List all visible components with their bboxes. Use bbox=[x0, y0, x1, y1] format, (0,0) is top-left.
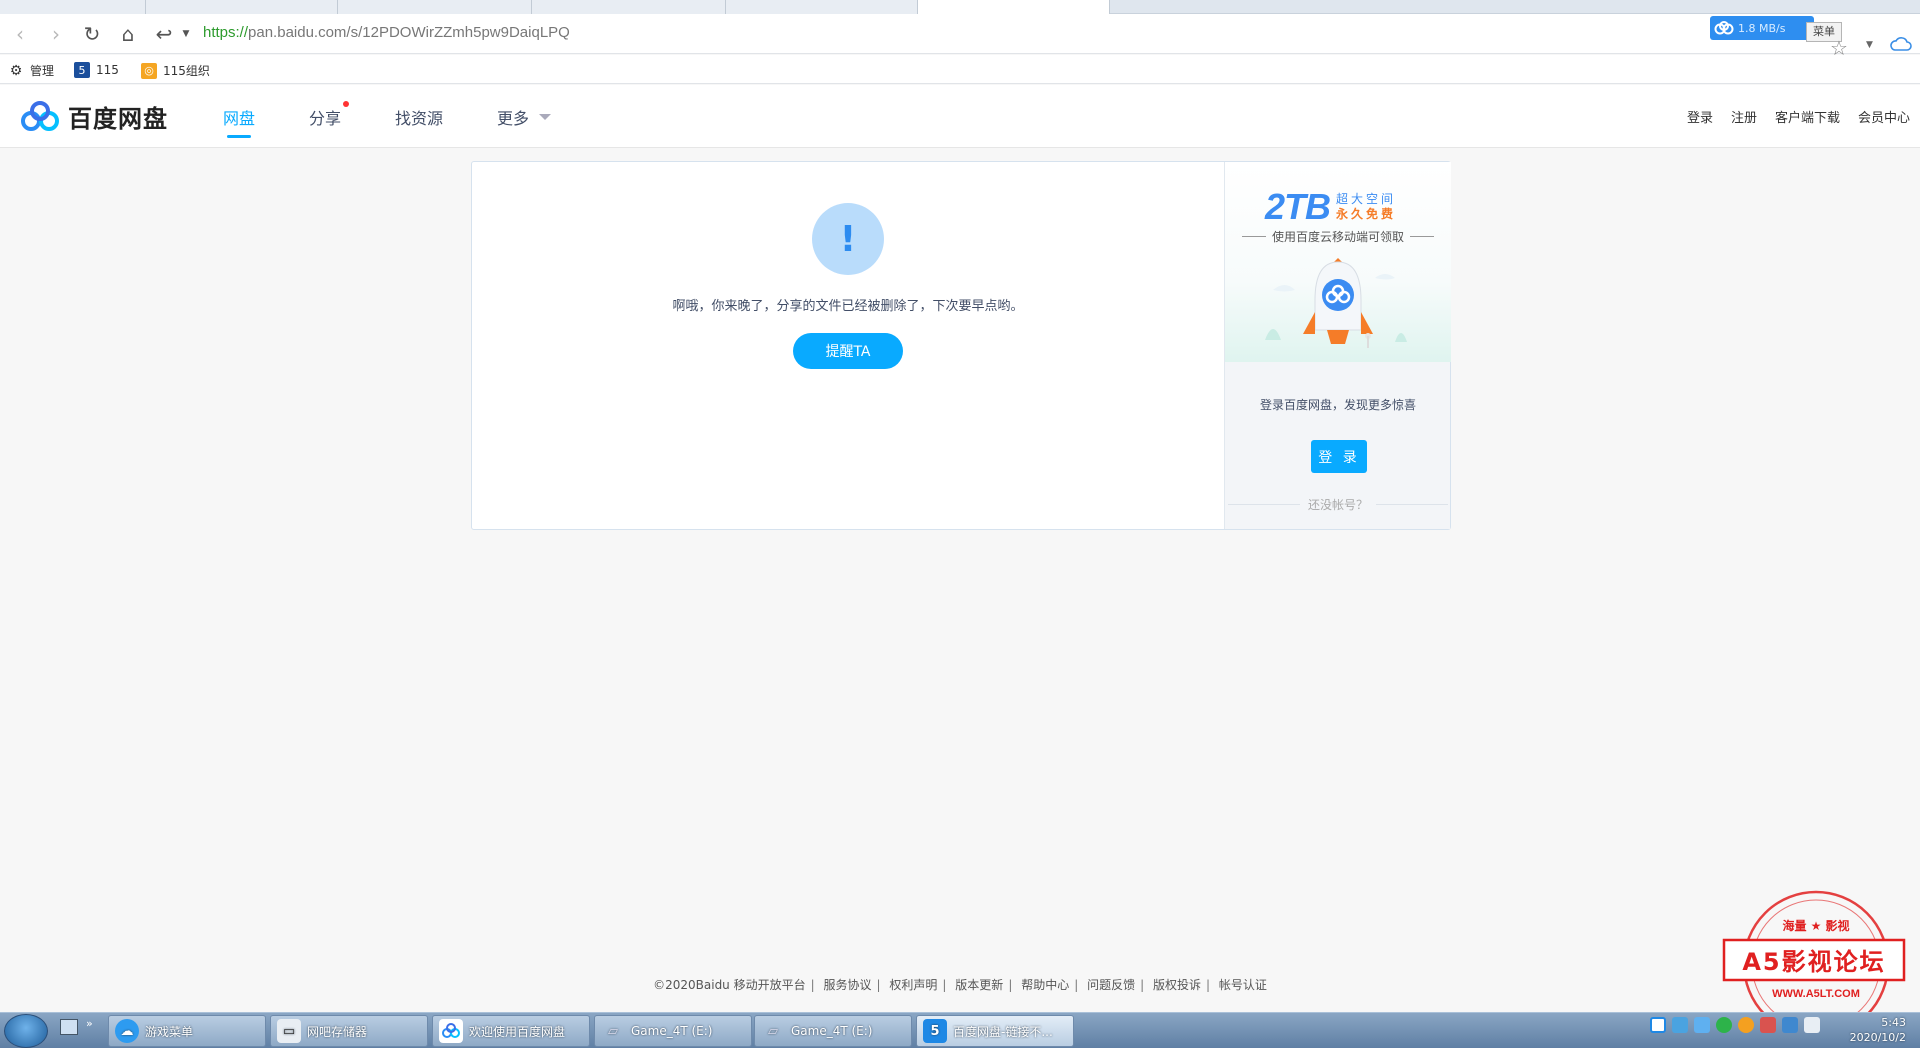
error-message: 啊哦，你来晚了，分享的文件已经被删除了，下次要早点哟。 bbox=[672, 299, 1024, 314]
footer: ©2020Baidu 移动开放平台 | 服务协议 | 权利声明 | 版本更新 | 帮助中… bbox=[653, 978, 1267, 992]
start-button[interactable] bbox=[4, 1014, 48, 1048]
register-link[interactable]: 注册 bbox=[1731, 107, 1757, 126]
footer-link[interactable]: 权利声明 bbox=[889, 978, 937, 992]
gear-icon: ⚙ bbox=[9, 62, 23, 79]
monitor-icon[interactable] bbox=[1782, 1017, 1798, 1033]
warning-icon: ! bbox=[812, 203, 884, 275]
home-icon[interactable]: ⌂ bbox=[116, 22, 140, 46]
promo-subtitle: 使用百度云移动端可领取 bbox=[1225, 228, 1451, 245]
volume-icon[interactable] bbox=[1804, 1017, 1820, 1033]
browser-tabstrip bbox=[0, 0, 1920, 14]
footer-link[interactable]: 帮助中心 bbox=[1021, 978, 1069, 992]
115-icon: 5 bbox=[74, 62, 90, 78]
qq-icon[interactable] bbox=[1650, 1017, 1666, 1033]
promo-title: 2TB 超大空间 永久免费 bbox=[1265, 186, 1397, 227]
footer-link[interactable]: 版权投诉 bbox=[1153, 978, 1201, 992]
download-extension-button[interactable]: 1.8 MB/s bbox=[1710, 16, 1814, 40]
taskbar-item-baidu-netdisk[interactable]: 欢迎使用百度网盘 bbox=[432, 1015, 590, 1047]
browser-tab-active[interactable] bbox=[918, 0, 1110, 14]
remind-button[interactable]: 提醒TA bbox=[793, 333, 903, 369]
update-icon[interactable] bbox=[1738, 1017, 1754, 1033]
drive-icon: ▱ bbox=[768, 1023, 778, 1039]
computer-icon: ▭ bbox=[277, 1019, 301, 1043]
cloud-icon: ☁ bbox=[115, 1019, 139, 1043]
header-right-links: 登录 注册 客户端下载 会员中心 bbox=[1687, 85, 1910, 148]
promo-banner[interactable]: 2TB 超大空间 永久免费 使用百度云移动端可领取 bbox=[1225, 162, 1451, 362]
member-center-link[interactable]: 会员中心 bbox=[1858, 107, 1910, 126]
logo-text: 百度网盘 bbox=[68, 105, 168, 133]
login-link[interactable]: 登录 bbox=[1687, 107, 1713, 126]
baidu-netdisk-icon bbox=[439, 1019, 463, 1043]
footer-link[interactable]: 移动开放平台 bbox=[734, 978, 806, 992]
no-account-link[interactable]: 还没帐号？ bbox=[1225, 496, 1451, 513]
menu-dropdown-icon[interactable]: ▼ bbox=[1866, 40, 1873, 50]
login-button[interactable]: 登 录 bbox=[1311, 440, 1367, 473]
clock-date: 2020/10/2 bbox=[1849, 1031, 1906, 1044]
drive-icon: ▱ bbox=[608, 1023, 618, 1039]
login-sidebar: 2TB 超大空间 永久免费 使用百度云移动端可领取 登录百度网盘，发现更多惊喜 … bbox=[1224, 162, 1451, 529]
client-download-link[interactable]: 客户端下载 bbox=[1775, 107, 1840, 126]
bookmark-115-org[interactable]: ◎ 115组织 bbox=[141, 62, 210, 79]
undo-dropdown-icon[interactable]: ▼ bbox=[174, 22, 198, 46]
reload-icon[interactable]: ↻ bbox=[80, 22, 104, 46]
chevron-right-icon[interactable]: » bbox=[86, 1017, 93, 1030]
stamp-url-text: WWW.A5LT.COM bbox=[1772, 988, 1860, 1000]
browser-5-icon: 5 bbox=[923, 1019, 947, 1043]
bookmark-manage[interactable]: ⚙ 管理 bbox=[8, 62, 54, 79]
address-bar: ‹ › ↻ ⌂ ↩ ▼ https://pan.baidu.com/s/12PD… bbox=[0, 14, 1920, 60]
footer-link[interactable]: 帐号认证 bbox=[1219, 978, 1267, 992]
baidu-netdisk-logo-icon bbox=[21, 100, 59, 131]
windows-taskbar: » ☁ 游戏菜单 ▭ 网吧存储器 欢迎使用百度网盘 ▱ Game_4T (E:)… bbox=[0, 1012, 1920, 1048]
nav-netdisk[interactable]: 网盘 bbox=[223, 85, 255, 148]
taskbar-item-drive-e-2[interactable]: ▱ Game_4T (E:) bbox=[754, 1015, 912, 1047]
baidu-cloud-icon bbox=[1714, 21, 1734, 35]
footer-link[interactable]: 问题反馈 bbox=[1087, 978, 1135, 992]
notification-dot bbox=[343, 101, 350, 107]
taskbar-item-game-menu[interactable]: ☁ 游戏菜单 bbox=[108, 1015, 266, 1047]
footer-copyright: ©2020Baidu bbox=[653, 978, 730, 992]
cloud-sync-icon[interactable] bbox=[1890, 36, 1912, 52]
undo-close-icon[interactable]: ↩ bbox=[152, 22, 176, 46]
download-speed: 1.8 MB/s bbox=[1738, 21, 1786, 35]
error-panel: ! 啊哦，你来晚了，分享的文件已经被删除了，下次要早点哟。 提醒TA bbox=[472, 162, 1224, 529]
baidu-cloud-tray-icon[interactable] bbox=[1694, 1017, 1710, 1033]
security-icon[interactable] bbox=[1716, 1017, 1732, 1033]
baidu-netdisk-logo[interactable]: 百度网盘 bbox=[20, 99, 168, 134]
main-nav: 网盘 分享 找资源 更多 bbox=[223, 85, 605, 148]
taskbar-item-drive-e-1[interactable]: ▱ Game_4T (E:) bbox=[594, 1015, 752, 1047]
115-org-icon: ◎ bbox=[141, 62, 157, 79]
rocket-illustration bbox=[1265, 258, 1407, 348]
clock-time: 5:43 bbox=[1881, 1016, 1906, 1029]
stamp-top-text: 海量 ★ 影视 bbox=[1782, 918, 1849, 933]
bookmark-115[interactable]: 5 115 bbox=[74, 62, 119, 78]
system-clock[interactable]: 5:43 2020/10/2 bbox=[1850, 1015, 1906, 1045]
taskbar-item-browser[interactable]: 5 百度网盘-链接不... bbox=[916, 1015, 1074, 1047]
nav-more[interactable]: 更多 bbox=[497, 85, 552, 148]
forward-icon[interactable]: › bbox=[44, 22, 68, 46]
site-header: 百度网盘 网盘 分享 找资源 更多 登录 注册 客户端下载 会员中心 bbox=[0, 85, 1920, 148]
url-field[interactable]: https://pan.baidu.com/s/12PDOWirZZmh5pw9… bbox=[203, 24, 570, 41]
app-tray-icon[interactable] bbox=[1760, 1017, 1776, 1033]
taskbar-item-storage[interactable]: ▭ 网吧存储器 bbox=[270, 1015, 428, 1047]
nav-find-resources[interactable]: 找资源 bbox=[395, 85, 443, 148]
bookmarks-bar: ⚙ 管理 5 115 ◎ 115组织 bbox=[0, 55, 1920, 84]
browser-tab[interactable] bbox=[0, 0, 146, 14]
browser-tab[interactable] bbox=[532, 0, 726, 14]
back-icon[interactable]: ‹ bbox=[8, 22, 32, 46]
system-tray bbox=[1650, 1017, 1820, 1033]
nav-share[interactable]: 分享 bbox=[309, 85, 350, 148]
browser-tab[interactable] bbox=[338, 0, 532, 14]
browser-tab[interactable] bbox=[726, 0, 918, 14]
login-tip: 登录百度网盘，发现更多惊喜 bbox=[1259, 398, 1416, 412]
footer-link[interactable]: 服务协议 bbox=[824, 978, 872, 992]
browser-tab[interactable] bbox=[146, 0, 338, 14]
show-desktop-icon[interactable] bbox=[60, 1019, 78, 1035]
stamp-main-text: A5影视论坛 bbox=[1742, 948, 1885, 976]
chevron-down-icon bbox=[539, 113, 552, 120]
footer-link[interactable]: 版本更新 bbox=[955, 978, 1003, 992]
share-error-card: ! 啊哦，你来晚了，分享的文件已经被删除了，下次要早点哟。 提醒TA 2TB 超… bbox=[471, 161, 1451, 530]
network-icon[interactable] bbox=[1672, 1017, 1688, 1033]
